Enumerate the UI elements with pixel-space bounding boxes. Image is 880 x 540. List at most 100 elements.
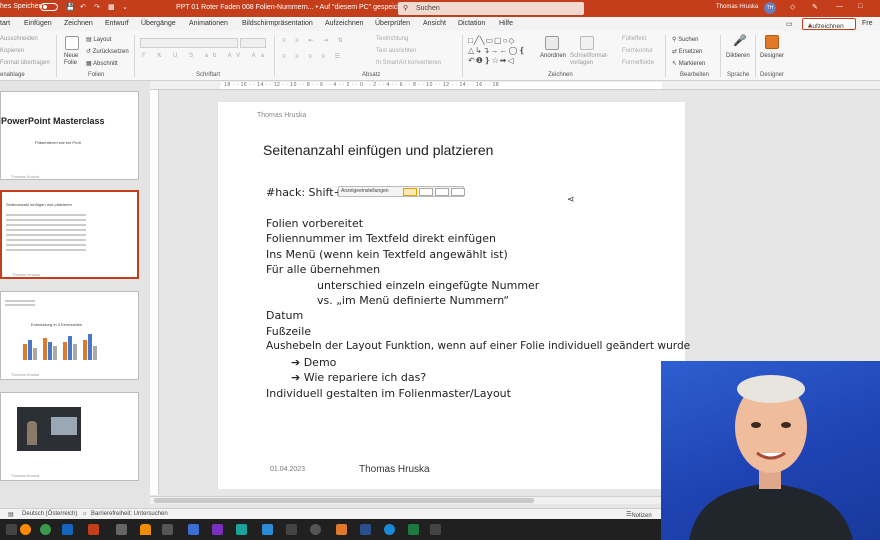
start-icon[interactable]: [6, 524, 17, 535]
shape-effects-button[interactable]: Formeffekte: [622, 60, 654, 66]
app-icon[interactable]: [162, 524, 173, 535]
quick-styles-button[interactable]: Schnellformat- vorlagen: [570, 53, 609, 67]
autosave-toggle[interactable]: [40, 3, 58, 11]
section-button[interactable]: ▦ Abschnitt: [86, 60, 118, 67]
onenote-icon[interactable]: [212, 524, 223, 535]
slide-thumbnail-4[interactable]: Thomas Hruska: [0, 392, 139, 481]
powerpoint-icon[interactable]: [88, 524, 99, 535]
tab-design[interactable]: Entwurf: [105, 20, 129, 27]
select-button[interactable]: ↖ Markieren: [672, 60, 705, 67]
replace-button[interactable]: ⇄ Ersetzen: [672, 48, 702, 55]
start-slideshow-icon[interactable]: ▩: [108, 3, 115, 11]
quick-styles-icon[interactable]: [580, 36, 594, 50]
firefox-icon[interactable]: [20, 524, 31, 535]
reset-button[interactable]: ↺ Zurücksetzen: [86, 48, 129, 55]
customize-toolbar-icon[interactable]: ⌄: [122, 3, 128, 11]
text-direction-button[interactable]: Textrichtung: [376, 36, 408, 42]
comment-icon[interactable]: ▭: [786, 20, 793, 28]
arrange-icon[interactable]: [545, 36, 559, 50]
telegram-icon[interactable]: [262, 524, 273, 535]
chrome-icon[interactable]: [40, 524, 51, 535]
sorter-view-icon[interactable]: [419, 188, 433, 196]
redo-icon[interactable]: ↷: [94, 3, 100, 11]
designer-icon[interactable]: [765, 35, 779, 49]
app-icon[interactable]: [336, 524, 347, 535]
designer-button[interactable]: Designer: [760, 53, 784, 59]
document-title[interactable]: PPT 01 Roter Faden 008 Folien-Nummern...…: [176, 3, 416, 11]
app-icon[interactable]: [236, 524, 247, 535]
slide-view-icon[interactable]: ▤: [8, 511, 14, 518]
slide[interactable]: Thomas Hruska Seitenanzahl einfügen und …: [218, 102, 690, 489]
microphone-icon[interactable]: 🎤: [733, 34, 747, 47]
restore-icon[interactable]: □: [858, 3, 862, 10]
layout-button[interactable]: ▤ Layout: [86, 36, 111, 43]
obs-icon[interactable]: [310, 524, 321, 535]
slideshow-view-icon[interactable]: [451, 188, 465, 196]
notes-button[interactable]: ☰ Notizen: [626, 511, 652, 519]
tab-insert[interactable]: Einfügen: [24, 20, 52, 27]
font-format-buttons[interactable]: F K U S ab AV Aa: [142, 53, 269, 59]
horizontal-scrollbar[interactable]: [150, 496, 661, 504]
slide-text-line: vs. „im Menü definierte Nummern“: [317, 294, 510, 307]
diamond-icon[interactable]: ◇: [790, 3, 795, 11]
pen-icon[interactable]: ✎: [812, 3, 818, 11]
autosave-label: hes Speichern: [0, 3, 45, 10]
new-slide-icon[interactable]: [65, 36, 79, 50]
app-icon[interactable]: [286, 524, 297, 535]
tab-help[interactable]: Hilfe: [499, 20, 513, 27]
arrange-button[interactable]: Anordnen: [540, 53, 566, 59]
edge-icon[interactable]: [384, 524, 395, 535]
share-button[interactable]: Fre: [862, 20, 873, 27]
outlook-icon[interactable]: [62, 524, 73, 535]
font-size-select[interactable]: [240, 38, 266, 48]
app-icon[interactable]: [188, 524, 199, 535]
slide-thumbnail-2[interactable]: Seitenanzahl einfügen und platzieren Tho…: [0, 190, 139, 279]
tab-view[interactable]: Ansicht: [423, 20, 446, 27]
slide-title[interactable]: Seitenanzahl einfügen und platzieren: [263, 142, 493, 158]
group-voice: Sprache: [727, 72, 750, 78]
slide-thumbnail-3[interactable]: Entwicklung in 3 Kennzahlen Thomas Hrusk…: [0, 291, 139, 380]
tab-slideshow[interactable]: Bildschirmpräsentation: [242, 20, 313, 27]
vlc-icon[interactable]: [140, 524, 151, 535]
record-button[interactable]: ● Aufzeichnen: [802, 18, 856, 30]
minimize-icon[interactable]: —: [836, 3, 843, 10]
align-text-button[interactable]: Text ausrichten: [376, 48, 416, 54]
shape-fill-button[interactable]: Fülleffekt: [622, 36, 646, 42]
undo-icon[interactable]: ↶: [80, 3, 86, 11]
normal-view-icon[interactable]: [403, 188, 417, 196]
new-slide-button[interactable]: Neue Folie: [64, 53, 78, 67]
app-icon[interactable]: [360, 524, 371, 535]
app-icon[interactable]: [430, 524, 441, 535]
accessibility-icon[interactable]: ☼: [82, 511, 88, 517]
excel-icon[interactable]: [408, 524, 419, 535]
tab-start[interactable]: tart: [0, 20, 10, 27]
tab-transitions[interactable]: Übergänge: [141, 20, 176, 27]
smartart-button[interactable]: In SmartArt konvertieren: [376, 60, 441, 66]
slide-thumbnails-pane: PowerPoint Masterclass Präsentieren wie …: [0, 81, 150, 508]
scroll-thumb[interactable]: [154, 498, 534, 503]
tab-draw[interactable]: Zeichnen: [64, 20, 93, 27]
avatar[interactable]: TH: [764, 2, 776, 14]
tab-record[interactable]: Aufzeichnen: [325, 20, 364, 27]
list-buttons[interactable]: ≡ ≡ ⇤ ⇥ ⇅: [282, 37, 347, 44]
search-input[interactable]: ⚲ Suchen: [398, 2, 584, 15]
dictate-button[interactable]: Diktieren: [726, 53, 750, 59]
language-status[interactable]: Deutsch (Österreich): [22, 511, 77, 517]
cut-button[interactable]: Ausschneiden: [0, 36, 38, 42]
slide-text-line: Aushebeln der Layout Funktion, wenn auf …: [266, 340, 691, 352]
format-painter-button[interactable]: Format übertragen: [0, 60, 50, 66]
shape-outline-button[interactable]: Formkontur: [622, 48, 653, 54]
font-family-select[interactable]: [140, 38, 238, 48]
tab-animations[interactable]: Animationen: [189, 20, 228, 27]
reading-view-icon[interactable]: [435, 188, 449, 196]
app-icon[interactable]: [116, 524, 127, 535]
align-buttons[interactable]: ≡ ≡ ≡ ≡ ☰: [282, 53, 344, 60]
accessibility-status[interactable]: Barrierefreiheit: Untersuchen: [91, 511, 168, 517]
shapes-gallery[interactable]: □╱╲▭▢○◇ △↳↴→←◯❴ ↶❶❵☆➡◁: [468, 36, 534, 66]
save-icon[interactable]: 💾: [66, 3, 75, 11]
tab-review[interactable]: Überprüfen: [375, 20, 410, 27]
copy-button[interactable]: Kopieren: [0, 48, 24, 54]
tab-dictation[interactable]: Dictation: [458, 20, 485, 27]
find-button[interactable]: ⚲ Suchen: [672, 36, 698, 43]
slide-thumbnail-1[interactable]: PowerPoint Masterclass Präsentieren wie …: [0, 91, 139, 180]
